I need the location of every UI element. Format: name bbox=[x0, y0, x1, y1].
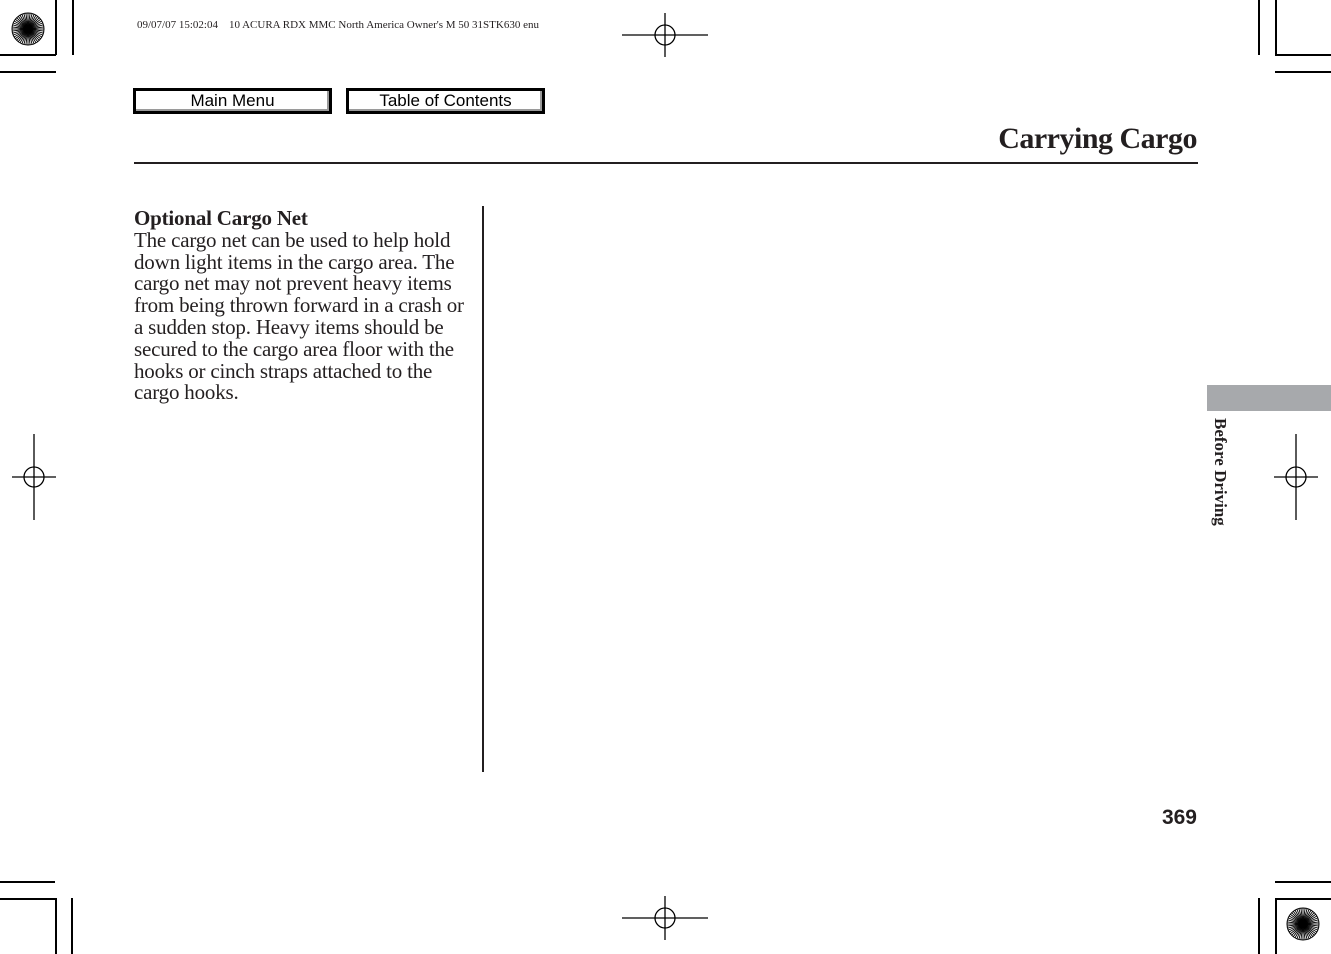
crop-mark bbox=[1275, 881, 1331, 883]
crop-mark bbox=[72, 0, 74, 55]
section-heading: Optional Cargo Net bbox=[134, 206, 308, 230]
section-tab-marker bbox=[1207, 385, 1331, 411]
registration-crosshair-icon bbox=[622, 896, 708, 940]
crop-mark bbox=[1275, 898, 1277, 954]
main-menu-button[interactable]: Main Menu bbox=[133, 88, 332, 114]
content-column: Optional Cargo Net The cargo net can be … bbox=[134, 206, 474, 405]
table-of-contents-button[interactable]: Table of Contents bbox=[346, 88, 545, 114]
title-rule bbox=[134, 162, 1198, 164]
crop-mark bbox=[0, 71, 56, 73]
registration-crosshair-icon bbox=[622, 13, 708, 57]
crop-mark bbox=[0, 898, 56, 900]
registration-starburst-icon bbox=[11, 12, 45, 46]
section-tab-label: Before Driving bbox=[1211, 418, 1230, 526]
body-text: The cargo net can be used to help hold d… bbox=[134, 227, 464, 405]
print-slug: 09/07/07 15:02:04 10 ACURA RDX MMC North… bbox=[137, 19, 539, 31]
registration-crosshair-icon bbox=[1274, 434, 1318, 520]
crop-mark bbox=[1258, 0, 1260, 55]
column-divider bbox=[482, 206, 484, 772]
crop-mark bbox=[1275, 71, 1331, 73]
crop-mark bbox=[1258, 898, 1260, 954]
registration-starburst-icon bbox=[1286, 907, 1320, 941]
registration-crosshair-icon bbox=[12, 434, 56, 520]
crop-mark bbox=[1275, 0, 1277, 55]
crop-mark bbox=[0, 881, 55, 883]
page-title: Carrying Cargo bbox=[998, 122, 1197, 155]
crop-mark bbox=[55, 898, 57, 954]
page-number: 369 bbox=[1161, 806, 1197, 829]
crop-mark bbox=[1275, 54, 1331, 56]
crop-mark bbox=[55, 0, 57, 55]
crop-mark bbox=[1275, 898, 1331, 900]
crop-mark bbox=[0, 54, 56, 56]
crop-mark bbox=[71, 898, 73, 954]
